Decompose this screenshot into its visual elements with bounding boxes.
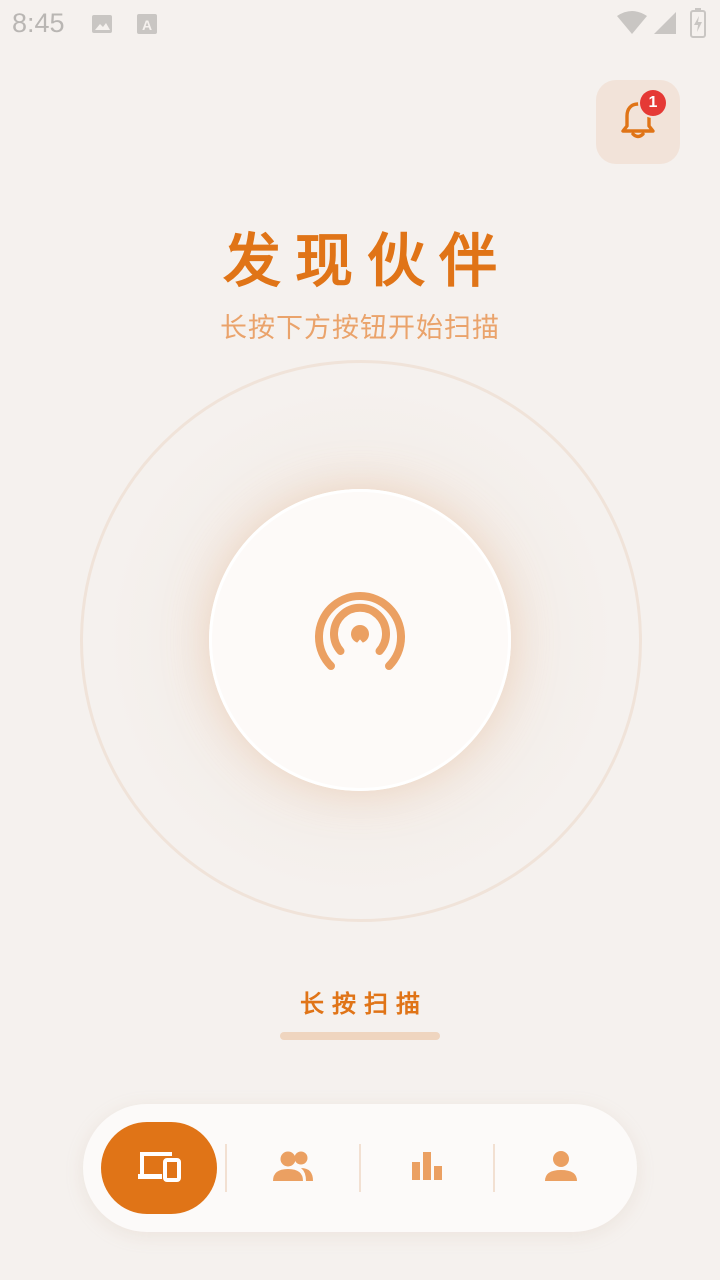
broadcast-icon xyxy=(310,588,410,692)
notification-button[interactable]: 1 xyxy=(596,80,680,164)
font-icon: A xyxy=(136,12,158,40)
wifi-icon xyxy=(616,10,648,40)
hold-to-scan-label: 长按扫描 xyxy=(300,990,428,1018)
nav-divider xyxy=(225,1144,227,1192)
page-subtitle: 长按下方按钮开始扫描 xyxy=(220,313,500,344)
nav-divider xyxy=(359,1144,361,1192)
people-icon xyxy=(271,1149,315,1187)
scan-button[interactable] xyxy=(209,489,511,791)
person-icon xyxy=(544,1150,578,1186)
bar-chart-icon xyxy=(411,1150,443,1186)
svg-text:A: A xyxy=(142,17,152,33)
status-time: 8:45 xyxy=(12,8,65,38)
nav-item-devices[interactable] xyxy=(101,1122,217,1214)
nav-divider xyxy=(493,1144,495,1192)
bottom-nav xyxy=(83,1104,637,1232)
image-icon xyxy=(90,12,114,40)
battery-icon xyxy=(690,8,706,42)
hold-progress-bar xyxy=(280,1032,440,1040)
page-title: 发现伙伴 xyxy=(222,227,511,295)
nav-item-partners[interactable] xyxy=(235,1122,351,1214)
nav-item-profile[interactable] xyxy=(503,1122,619,1214)
nav-item-stats[interactable] xyxy=(369,1122,485,1214)
devices-icon xyxy=(136,1148,182,1188)
notification-badge: 1 xyxy=(640,90,666,116)
status-bar: 8:45 A xyxy=(0,0,720,48)
signal-icon xyxy=(652,10,678,40)
